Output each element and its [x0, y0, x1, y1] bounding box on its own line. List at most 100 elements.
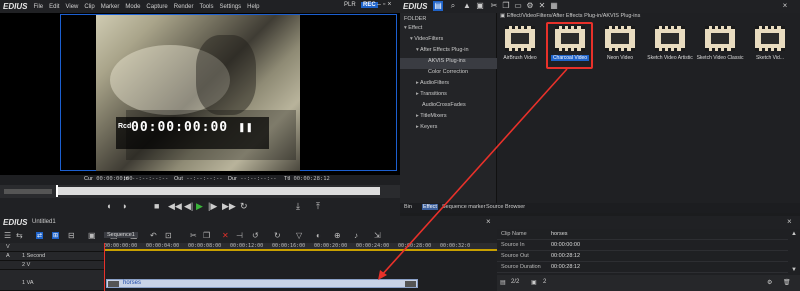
- track-header[interactable]: 1 VA: [0, 279, 104, 291]
- scrub-bar[interactable]: [56, 187, 380, 195]
- minimize-icon[interactable]: –: [377, 1, 381, 8]
- delete-icon[interactable]: ✕: [537, 1, 547, 11]
- menu-edit[interactable]: Edit: [49, 4, 59, 10]
- menu-clip[interactable]: Clip: [84, 4, 94, 10]
- track-header[interactable]: V: [0, 243, 104, 252]
- stop-icon[interactable]: ■: [154, 201, 159, 211]
- scissors-icon[interactable]: ✂: [489, 1, 499, 11]
- info-close-icon[interactable]: ×: [787, 217, 792, 226]
- info-layer-icon[interactable]: ▣: [531, 279, 537, 286]
- timeline-ruler[interactable]: 00:00:00:00 00:00:04:00 00:00:08:00 00:0…: [104, 243, 497, 251]
- playhead[interactable]: [104, 243, 105, 291]
- scroll-up-icon[interactable]: ▲: [791, 231, 797, 237]
- audio-icon[interactable]: ♪: [354, 231, 358, 240]
- render-icon[interactable]: ◐: [316, 231, 321, 240]
- close-icon[interactable]: ×: [387, 1, 391, 8]
- menu-view[interactable]: View: [65, 4, 78, 10]
- paste-icon[interactable]: ▭: [513, 1, 523, 11]
- track-header[interactable]: 2 V: [0, 261, 104, 270]
- effect-clip[interactable]: Sketch Video Classic: [696, 22, 744, 68]
- cut-icon[interactable]: ✂: [190, 231, 197, 240]
- zoom-icon[interactable]: ⊕: [334, 231, 341, 240]
- restore-icon[interactable]: ▫: [383, 1, 385, 8]
- track-header[interactable]: A 1 Second: [0, 252, 104, 261]
- menu-settings[interactable]: Settings: [219, 4, 241, 10]
- new-sequence-icon[interactable]: ▣: [88, 231, 96, 240]
- bin-path-text: Effect/VideoFilters/After Effects Plug-i…: [506, 13, 641, 19]
- step-forward-icon[interactable]: |▶: [208, 201, 217, 212]
- fast-forward-icon[interactable]: ▶▶: [222, 201, 236, 212]
- play-icon[interactable]: ▶: [196, 201, 203, 212]
- mode-icon[interactable]: ⇆: [16, 231, 23, 240]
- snap-icon[interactable]: ⊟: [68, 231, 75, 240]
- info-delete-icon[interactable]: 🗑: [783, 279, 791, 286]
- timeline-close-icon[interactable]: ×: [486, 217, 491, 226]
- sequence-tab[interactable]: Sequence1: [104, 232, 138, 238]
- menu-file[interactable]: File: [33, 4, 43, 10]
- tab-bin[interactable]: Bin: [404, 204, 412, 210]
- new-folder-icon[interactable]: ▣: [475, 1, 485, 11]
- shuttle-bar[interactable]: [4, 189, 52, 194]
- tree-item-audiocrossfades[interactable]: AudioCrossFades: [400, 102, 497, 113]
- sync-icon[interactable]: ⊞: [52, 232, 60, 239]
- rewind-icon[interactable]: ◀◀: [168, 201, 182, 212]
- export-icon[interactable]: ⇲: [374, 231, 381, 240]
- undo-icon[interactable]: ↶: [150, 231, 157, 240]
- menu-mode[interactable]: Mode: [125, 4, 140, 10]
- rec-toggle[interactable]: REC: [361, 2, 378, 8]
- tree-item-keyers[interactable]: ▸ Keyers: [400, 124, 497, 135]
- effect-clip[interactable]: AirBrush Video: [496, 22, 544, 68]
- marker-icon[interactable]: ▽: [296, 231, 302, 240]
- menu-tools[interactable]: Tools: [199, 4, 213, 10]
- menu-help[interactable]: Help: [247, 4, 259, 10]
- loop-icon[interactable]: ↻: [240, 201, 248, 212]
- track-view-icon[interactable]: ☰: [4, 231, 11, 240]
- timeline-clip-horses[interactable]: horses: [106, 279, 418, 288]
- redo-arrow-icon[interactable]: ↻: [274, 231, 281, 240]
- position-bar[interactable]: [0, 185, 400, 198]
- effect-clip[interactable]: Sketch Vid...: [746, 22, 794, 68]
- tree-item-color-correction[interactable]: Color Correction: [400, 69, 497, 80]
- ttl-value: 00:00:28:12: [293, 176, 330, 182]
- info-list-icon[interactable]: ▤: [500, 279, 506, 286]
- overwrite-icon[interactable]: ⤒: [316, 201, 320, 212]
- undo-arrow-icon[interactable]: ↺: [252, 231, 259, 240]
- search-icon[interactable]: ⌕: [448, 1, 458, 11]
- copy-icon[interactable]: ❐: [501, 1, 511, 11]
- up-icon[interactable]: ▲: [462, 1, 472, 11]
- tab-source-browser[interactable]: Source Browser: [486, 204, 525, 210]
- tree-item-audiofilters[interactable]: ▸ AudioFilters: [400, 80, 497, 91]
- insert-icon[interactable]: ⤓: [296, 201, 300, 212]
- redo-icon[interactable]: ⊡: [165, 231, 172, 240]
- paste-timeline-icon[interactable]: ❐: [203, 231, 210, 240]
- tree-item-transitions[interactable]: ▸ Transitions: [400, 91, 497, 102]
- tree-item-akvis[interactable]: AKVIS Plug-ins: [400, 58, 497, 69]
- scrub-marker[interactable]: [56, 185, 58, 197]
- effect-clip[interactable]: Neon Video: [596, 22, 644, 68]
- menu-render[interactable]: Render: [174, 4, 194, 10]
- tree-item-videofilters[interactable]: ▾ VideoFilters: [400, 36, 497, 47]
- scroll-down-icon[interactable]: ▼: [791, 267, 797, 273]
- info-settings-icon[interactable]: ⚙: [767, 279, 772, 286]
- ripple-icon[interactable]: ⇄: [36, 232, 44, 239]
- tab-sequence-marker[interactable]: Sequence marker: [442, 204, 485, 210]
- effect-clip[interactable]: Sketch Video Artistic: [646, 22, 694, 68]
- bin-close-icon[interactable]: ×: [780, 1, 790, 11]
- plr-toggle[interactable]: PLR: [344, 2, 356, 8]
- tree-item-after-effects[interactable]: ▾ After Effects Plug-in: [400, 47, 497, 58]
- info-value: 00:00:00:00: [551, 242, 581, 248]
- set-out-icon[interactable]: ◗: [122, 201, 127, 211]
- view-icon[interactable]: ▦: [549, 1, 559, 11]
- delete-clip-icon[interactable]: ✕: [222, 231, 229, 240]
- properties-icon[interactable]: ⚙: [525, 1, 535, 11]
- track-tag: A: [6, 253, 10, 259]
- menu-capture[interactable]: Capture: [146, 4, 167, 10]
- menu-marker[interactable]: Marker: [101, 4, 120, 10]
- split-icon[interactable]: ⊣: [236, 231, 243, 240]
- set-in-icon[interactable]: ◖: [106, 201, 111, 211]
- tab-effect[interactable]: Effect: [422, 204, 438, 210]
- folder-icon[interactable]: ▤: [433, 1, 443, 11]
- step-back-icon[interactable]: ◀|: [184, 201, 193, 212]
- tree-item-effect[interactable]: ▾ Effect: [400, 25, 497, 36]
- tree-item-titlemixers[interactable]: ▸ TitleMixers: [400, 113, 497, 124]
